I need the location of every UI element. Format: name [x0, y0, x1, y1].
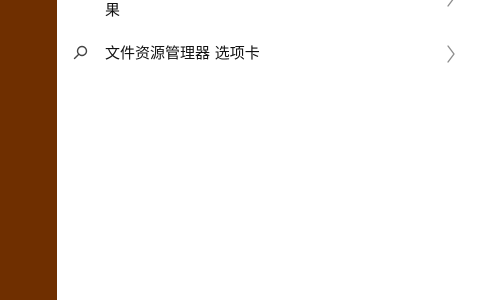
- search-result-item[interactable]: 文件资源管理器 选项卡: [57, 38, 480, 70]
- partial-result-label: 果: [105, 1, 121, 19]
- search-result-partial-item[interactable]: 果: [57, 0, 480, 23]
- search-result-label: 文件资源管理器 选项卡: [105, 44, 260, 62]
- chevron-right-icon[interactable]: [446, 0, 456, 7]
- accent-left-panel: [0, 0, 57, 300]
- search-icon: [73, 45, 88, 60]
- chevron-right-icon[interactable]: [446, 45, 456, 63]
- search-results-panel: 果 文件资源管理器 选项卡: [57, 0, 480, 300]
- search-results-screen: 果 文件资源管理器 选项卡: [0, 0, 480, 300]
